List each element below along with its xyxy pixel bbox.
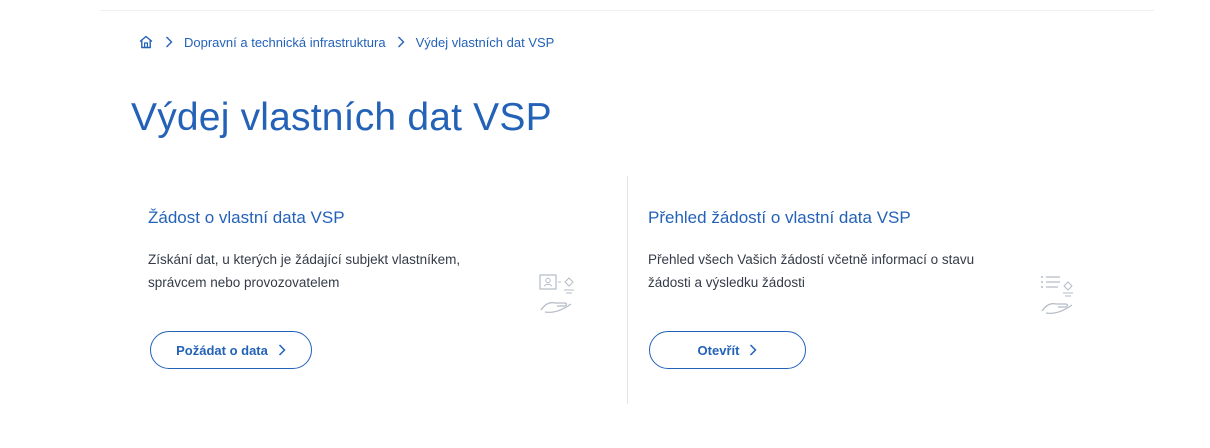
card-description: Přehled všech Vašich žádostí včetně info… [648, 252, 975, 290]
card-description: Získání dat, u kterých je žádající subje… [148, 252, 461, 290]
top-divider [100, 10, 1154, 11]
card-title: Žádost o vlastní data VSP [148, 208, 345, 227]
request-data-button[interactable]: Požádat o data [150, 331, 312, 369]
chevron-right-icon [386, 36, 416, 48]
page-title: Výdej vlastních dat VSP [131, 96, 552, 139]
breadcrumb-current: Výdej vlastních dat VSP [415, 34, 555, 50]
card-data-request: Žádost o vlastní data VSP Získání dat, u… [148, 208, 608, 369]
open-button[interactable]: Otevřít [649, 331, 806, 369]
card-divider [627, 176, 628, 404]
button-label: Otevřít [697, 342, 740, 358]
chevron-right-icon [749, 344, 758, 356]
chevron-right-icon [278, 344, 286, 356]
button-label: Požádat o data [176, 342, 268, 358]
breadcrumb-link-infrastructure[interactable]: Dopravní a technická infrastruktura [184, 35, 386, 50]
breadcrumb: Dopravní a technická infrastruktura Výde… [138, 34, 554, 50]
list-request-hand-icon [1038, 272, 1086, 323]
card-request-overview: Přehled žádostí o vlastní data VSP Přehl… [648, 208, 1108, 369]
data-request-hand-icon [533, 272, 581, 323]
card-title: Přehled žádostí o vlastní data VSP [648, 208, 911, 227]
home-icon[interactable] [138, 34, 154, 50]
chevron-right-icon [154, 36, 184, 48]
